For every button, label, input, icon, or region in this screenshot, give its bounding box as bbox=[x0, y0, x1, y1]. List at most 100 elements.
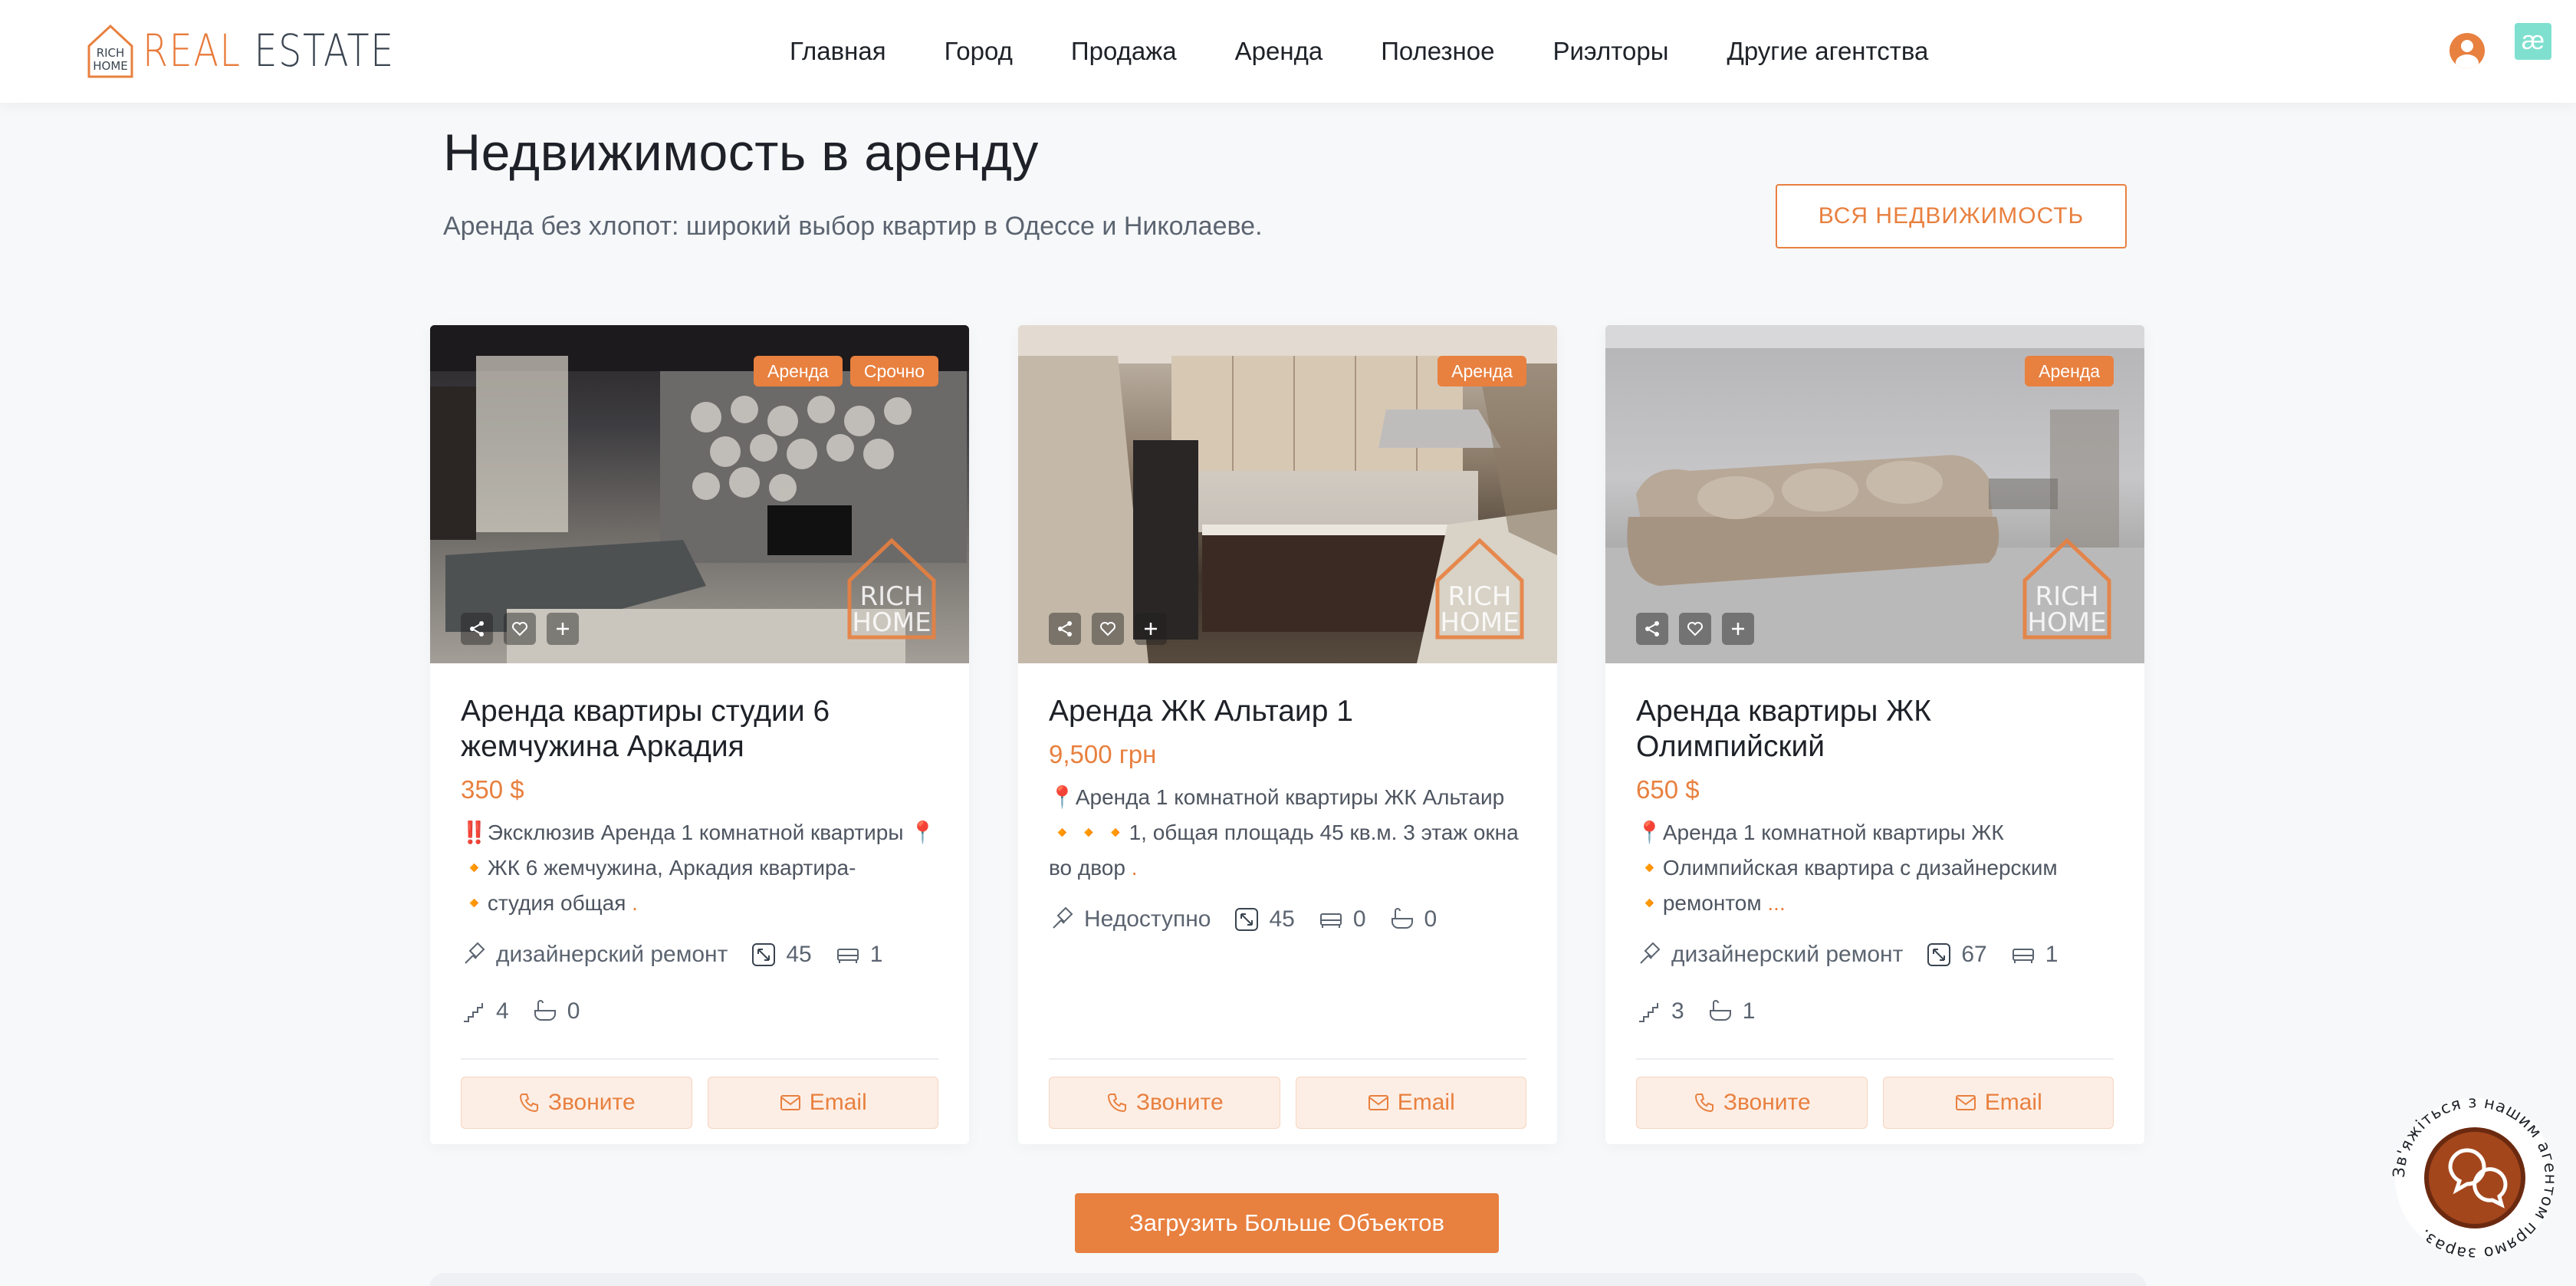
bed-icon bbox=[1319, 913, 1342, 928]
nav-rent[interactable]: Аренда bbox=[1206, 32, 1352, 71]
bath-icon bbox=[1391, 908, 1413, 929]
favorite-heart-icon[interactable] bbox=[504, 613, 536, 645]
section-subtitle: Аренда без хлопот: широкий выбор квартир… bbox=[443, 212, 1263, 241]
svg-text:HOME: HOME bbox=[1440, 607, 1519, 638]
property-card[interactable]: Аренда Срочно RICH HOME Аренда квартиры … bbox=[430, 325, 969, 1144]
site-logo[interactable]: RICH HOME REAL ESTATE bbox=[86, 21, 450, 80]
richhome-watermark-icon: RICH HOME bbox=[2022, 538, 2111, 640]
bed-icon bbox=[2012, 949, 2034, 963]
bath-icon bbox=[1709, 1000, 1731, 1021]
email-button[interactable]: Email bbox=[1295, 1077, 1526, 1129]
favorite-heart-icon[interactable] bbox=[1679, 613, 1711, 645]
nav-useful[interactable]: Полезное bbox=[1352, 32, 1523, 71]
compare-plus-icon[interactable] bbox=[1722, 613, 1754, 645]
envelope-icon bbox=[1955, 1095, 1976, 1110]
property-photo[interactable]: Аренда RICH HOME bbox=[1018, 325, 1557, 663]
feature-floor: 4 bbox=[461, 995, 509, 1028]
richhome-watermark-icon: RICH HOME bbox=[847, 538, 936, 640]
feature-bedrooms: 0 bbox=[1318, 903, 1366, 936]
envelope-icon bbox=[1368, 1095, 1388, 1110]
renovation-icon bbox=[1053, 906, 1073, 929]
main-nav: Главная Город Продажа Аренда Полезное Ри… bbox=[790, 32, 1957, 71]
call-button[interactable]: Звоните bbox=[1049, 1077, 1280, 1129]
compare-plus-icon[interactable] bbox=[1135, 613, 1167, 645]
area-icon bbox=[1927, 943, 1951, 966]
feature-bathrooms: 1 bbox=[1707, 995, 1755, 1028]
call-button[interactable]: Звоните bbox=[461, 1077, 692, 1129]
logo-word-estate: ESTATE bbox=[254, 25, 395, 77]
feature-area: 67 bbox=[1926, 938, 1987, 972]
card-divider bbox=[1049, 1058, 1526, 1060]
nav-sale[interactable]: Продажа bbox=[1042, 32, 1206, 71]
read-more-link[interactable]: . bbox=[1132, 856, 1138, 880]
logo-small-top: RICH bbox=[97, 46, 125, 60]
bath-icon bbox=[534, 1000, 556, 1021]
phone-icon bbox=[519, 1094, 538, 1113]
stairs-icon bbox=[464, 1003, 483, 1022]
svg-text:HOME: HOME bbox=[2027, 607, 2106, 638]
ae-extension-icon[interactable]: æ bbox=[2515, 23, 2551, 60]
card-price: 9,500 грн bbox=[1049, 740, 1157, 768]
badges: Аренда bbox=[1438, 356, 1526, 386]
photo-actions bbox=[1049, 613, 1167, 645]
card-title[interactable]: Аренда квартиры ЖК Олимпийский bbox=[1636, 694, 2114, 765]
share-icon[interactable] bbox=[1049, 613, 1081, 645]
nav-realtors[interactable]: Риэлторы bbox=[1523, 32, 1697, 71]
load-more-button[interactable]: Загрузить Больше Объектов bbox=[1075, 1193, 1499, 1253]
card-description: 📍Аренда 1 комнатной квартиры ЖК 🔸Олимпий… bbox=[1636, 821, 2058, 915]
share-icon[interactable] bbox=[461, 613, 493, 645]
property-photo[interactable]: Аренда RICH HOME bbox=[1605, 325, 2144, 663]
section-title: Недвижимость в аренду bbox=[443, 123, 1039, 182]
phone-icon bbox=[1107, 1094, 1126, 1113]
photo-actions bbox=[461, 613, 579, 645]
stairs-icon bbox=[1639, 1003, 1658, 1022]
property-card[interactable]: Аренда RICH HOME Аренда ЖК Альтаир 1 9,5… bbox=[1018, 325, 1557, 1144]
card-price: 650 $ bbox=[1636, 775, 1700, 804]
svg-text:HOME: HOME bbox=[852, 607, 931, 638]
card-features: Недоступно 45 0 0 bbox=[1049, 903, 1526, 936]
feature-area: 45 bbox=[1234, 903, 1295, 936]
email-button[interactable]: Email bbox=[707, 1077, 938, 1129]
renovation-icon bbox=[465, 942, 485, 964]
card-features: дизайнерский ремонт 45 1 4 0 bbox=[461, 938, 938, 1028]
nav-home[interactable]: Главная bbox=[790, 32, 915, 71]
richhome-watermark-icon: RICH HOME bbox=[1435, 538, 1524, 640]
nav-city[interactable]: Город bbox=[915, 32, 1042, 71]
compare-plus-icon[interactable] bbox=[547, 613, 579, 645]
share-icon[interactable] bbox=[1636, 613, 1668, 645]
card-title[interactable]: Аренда квартиры студии 6 жемчужина Аркад… bbox=[461, 694, 938, 765]
card-actions: Звоните Email bbox=[1049, 1077, 1526, 1129]
house-logo-icon: RICH HOME bbox=[87, 24, 133, 78]
read-more-link[interactable]: . bbox=[632, 891, 638, 915]
call-button[interactable]: Звоните bbox=[1636, 1077, 1868, 1129]
area-icon bbox=[1235, 908, 1259, 931]
card-actions: Звоните Email bbox=[1636, 1077, 2114, 1129]
logo-wordmark: REAL ESTATE bbox=[143, 25, 395, 77]
favorite-heart-icon[interactable] bbox=[1092, 613, 1124, 645]
badges: Аренда bbox=[2025, 356, 2114, 386]
property-card[interactable]: Аренда RICH HOME Аренда квартиры ЖК Олим… bbox=[1605, 325, 2144, 1144]
read-more-link[interactable]: ... bbox=[1767, 891, 1785, 915]
all-properties-button[interactable]: ВСЯ НЕДВИЖИМОСТЬ bbox=[1776, 184, 2127, 248]
area-icon bbox=[752, 943, 776, 966]
next-section-edge bbox=[429, 1273, 2147, 1286]
badges: Аренда Срочно bbox=[753, 356, 938, 386]
feature-bedrooms: 1 bbox=[2010, 938, 2058, 972]
card-actions: Звоните Email bbox=[461, 1077, 938, 1129]
card-divider bbox=[1636, 1058, 2114, 1060]
feature-renovation: дизайнерский ремонт bbox=[1636, 938, 1903, 972]
property-photo[interactable]: Аренда Срочно RICH HOME bbox=[430, 325, 969, 663]
card-description: ‼️Эксклюзив Аренда 1 комнатной квартиры … bbox=[461, 821, 937, 915]
user-account-icon[interactable] bbox=[2450, 33, 2485, 68]
feature-renovation: дизайнерский ремонт bbox=[461, 938, 728, 972]
logo-small-bottom: HOME bbox=[93, 59, 128, 73]
email-button[interactable]: Email bbox=[1882, 1077, 2114, 1129]
site-header: RICH HOME REAL ESTATE Главная Город Прод… bbox=[0, 0, 2576, 103]
envelope-icon bbox=[780, 1095, 800, 1110]
card-price: 350 $ bbox=[461, 775, 524, 804]
nav-other-agencies[interactable]: Другие агентства bbox=[1697, 32, 1957, 71]
card-title[interactable]: Аренда ЖК Альтаир 1 bbox=[1049, 694, 1526, 729]
card-divider bbox=[461, 1058, 938, 1060]
card-body: Аренда ЖК Альтаир 1 9,500 грн 📍Аренда 1 … bbox=[1018, 694, 1557, 936]
chat-agent-widget[interactable]: Зв'яжіться з нашим агентом прямо зараз. bbox=[2390, 1094, 2559, 1262]
